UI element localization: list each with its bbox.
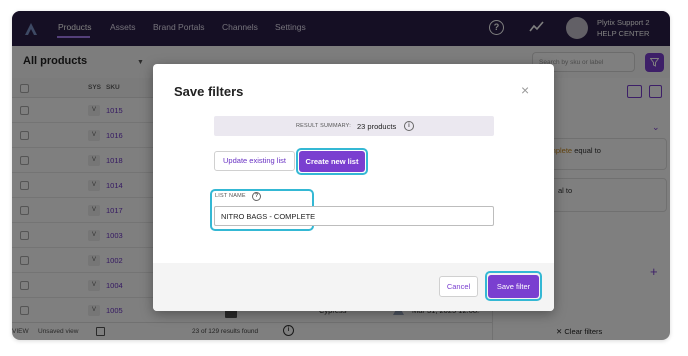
save-filters-modal: Save filters × RESULT SUMMARY: 23 produc… [153, 64, 554, 311]
cancel-button[interactable]: Cancel [439, 276, 478, 297]
info-icon[interactable]: ? [252, 192, 261, 201]
update-existing-list-button[interactable]: Update existing list [214, 151, 295, 171]
save-filter-button[interactable]: Save filter [488, 275, 539, 298]
result-summary-value: 23 products [357, 122, 397, 131]
close-icon[interactable]: × [521, 83, 529, 97]
result-summary-label: RESULT SUMMARY: [296, 123, 351, 129]
modal-title: Save filters [174, 84, 244, 99]
result-summary: RESULT SUMMARY: 23 products i [214, 116, 494, 136]
list-name-input[interactable] [214, 206, 494, 226]
list-name-label: LIST NAME [215, 193, 246, 199]
modal-footer: Cancel Save filter [153, 263, 554, 311]
info-icon[interactable]: i [404, 121, 414, 131]
app-window: Products Assets Brand Portals Channels S… [12, 11, 670, 340]
create-new-list-button[interactable]: Create new list [299, 151, 365, 172]
